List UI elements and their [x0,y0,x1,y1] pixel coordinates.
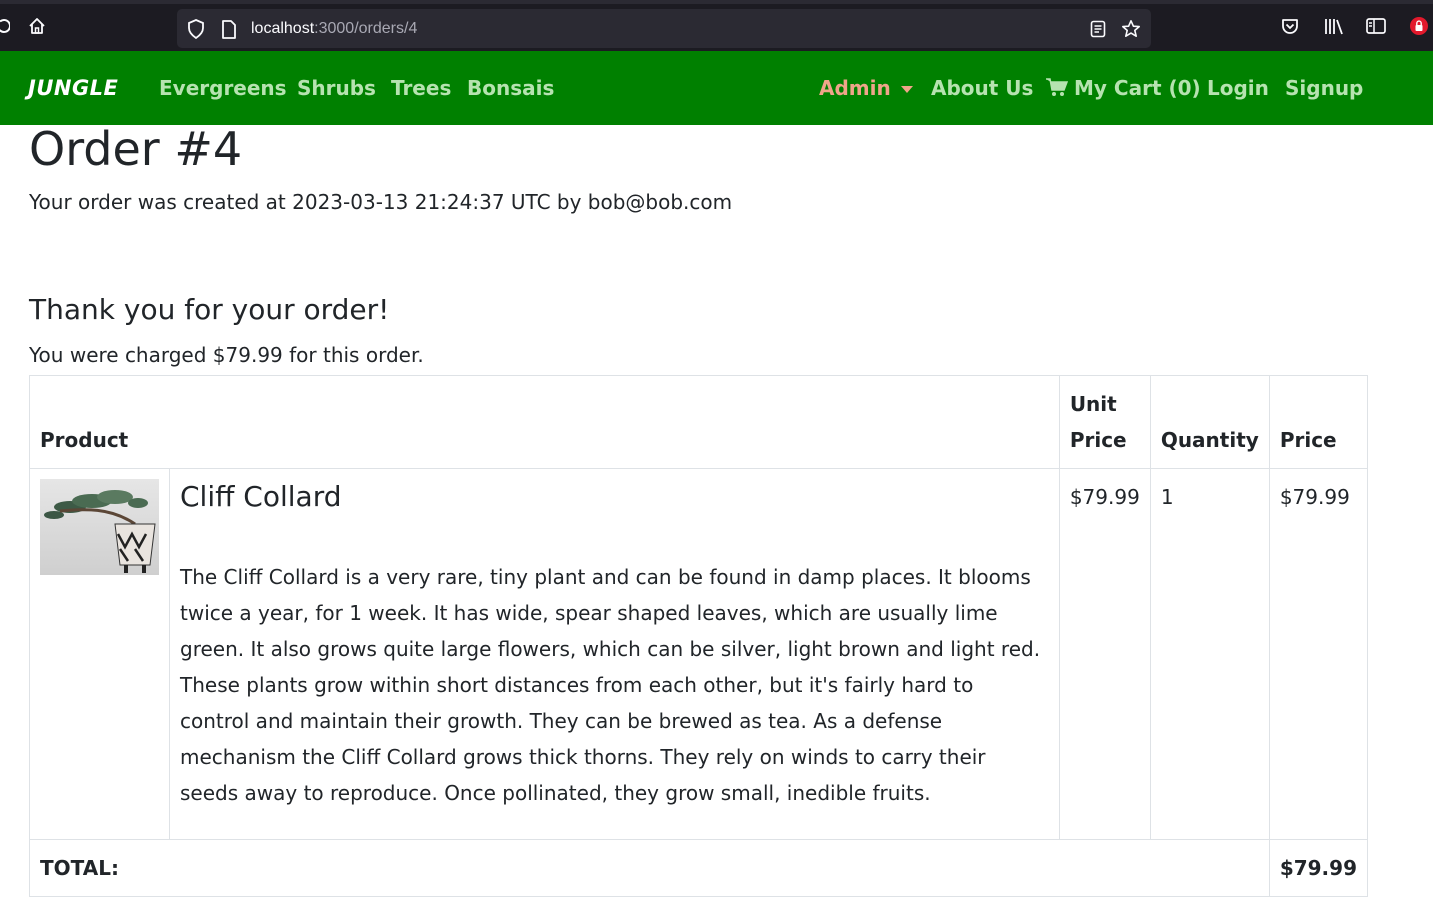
product-details-cell: Cliff Collard The Cliff Collard is a ver… [169,468,1060,840]
unit-price-cell: $79.99 [1058,468,1151,840]
reload-icon[interactable] [0,16,10,36]
pocket-icon[interactable] [1279,15,1301,37]
product-name[interactable]: Cliff Collard [180,479,1049,515]
extension-lock-icon[interactable] [1408,15,1430,37]
product-image [40,479,159,575]
nav-admin-dropdown[interactable]: Admin [819,51,913,125]
page-info-icon[interactable] [219,19,239,39]
nav-trees[interactable]: Trees [391,51,451,125]
caret-down-icon [900,86,913,93]
header-price: Price [1268,375,1369,469]
library-icon[interactable] [1322,15,1346,37]
header-unit-price: Unit Price [1058,375,1151,469]
url-path: :3000/orders/4 [314,20,418,37]
thank-you-heading: Thank you for your order! [29,293,390,326]
reader-view-icon[interactable] [1087,19,1109,39]
order-created-text: Your order was created at 2023-03-13 21:… [29,190,733,214]
header-quantity: Quantity [1149,375,1270,469]
nav-shrubs[interactable]: Shrubs [297,51,376,125]
nav-signup[interactable]: Signup [1285,51,1363,125]
table-row: Cliff Collard The Cliff Collard is a ver… [29,468,1369,840]
bookmark-star-icon[interactable] [1120,18,1142,40]
order-items-table: Product Unit Price Quantity Price Cliff … [29,375,1369,897]
nav-login[interactable]: Login [1207,51,1269,125]
url-host: localhost [251,20,315,37]
shield-icon[interactable] [185,18,207,40]
product-image-cell [29,468,170,840]
price-cell: $79.99 [1268,468,1369,840]
quantity-cell: 1 [1149,468,1270,840]
table-header-row: Product Unit Price Quantity Price [29,375,1369,469]
total-label: TOTAL: [29,839,1270,897]
page-title: Order #4 [29,122,243,176]
url-text[interactable]: localhost:3000/orders/4 [251,9,417,48]
cart-label: My Cart (0) [1074,76,1201,100]
home-icon[interactable] [26,15,48,37]
nav-about-us[interactable]: About Us [931,51,1033,125]
brand-logo[interactable]: JUNGLE [28,51,118,125]
browser-toolbar: localhost:3000/orders/4 [0,0,1433,51]
charged-text: You were charged $79.99 for this order. [29,343,424,367]
nav-my-cart[interactable]: My Cart (0) [1046,51,1201,125]
sidebar-icon[interactable] [1365,16,1387,36]
total-row: TOTAL: $79.99 [29,839,1369,897]
nav-bonsais[interactable]: Bonsais [467,51,554,125]
total-value: $79.99 [1268,839,1369,897]
cart-icon [1046,53,1069,127]
header-product: Product [29,375,1060,469]
site-navbar: JUNGLE Evergreens Shrubs Trees Bonsais A… [0,51,1433,125]
nav-evergreens[interactable]: Evergreens [159,51,287,125]
url-bar[interactable]: localhost:3000/orders/4 [177,9,1151,48]
product-description: The Cliff Collard is a very rare, tiny p… [180,565,1041,805]
admin-label: Admin [819,76,891,100]
